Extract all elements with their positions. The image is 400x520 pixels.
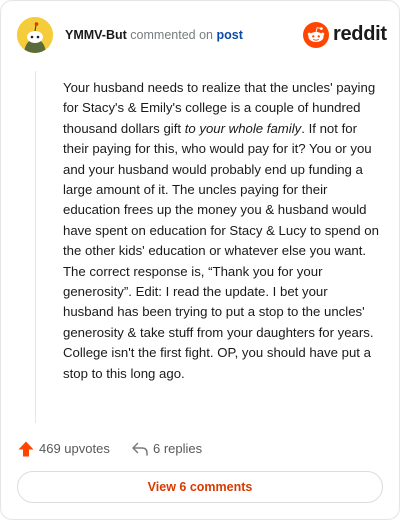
comment-body: Your husband needs to realize that the u… [63,78,381,384]
upvote-count: 469 upvotes [39,441,110,456]
comment-actions: 469 upvotes 6 replies [17,439,387,459]
thread-line[interactable] [35,71,36,423]
reddit-wordmark: reddit [333,23,387,45]
upvote-arrow-icon[interactable] [17,440,35,458]
username[interactable]: YMMV-But [65,28,127,42]
reddit-logo-icon [303,22,329,48]
view-comments-button[interactable]: View 6 comments [17,471,383,503]
comment-meta: YMMV-But commented on post [65,27,243,43]
post-link[interactable]: post [216,28,242,42]
comment-header: YMMV-But commented on post reddit [17,15,387,55]
comment-text-emphasis: to your whole family [184,120,302,136]
comment-card: YMMV-But commented on post reddit Your h… [0,0,400,520]
reddit-logo[interactable]: reddit [303,21,387,49]
comment-text-part2: . If not for their paying for this, who … [63,120,379,381]
snoo-avatar-icon [17,17,53,53]
reply-arrow-icon[interactable] [131,441,149,457]
user-avatar[interactable] [17,17,53,53]
commented-on-label: commented on [130,28,213,42]
reply-count[interactable]: 6 replies [153,441,202,456]
